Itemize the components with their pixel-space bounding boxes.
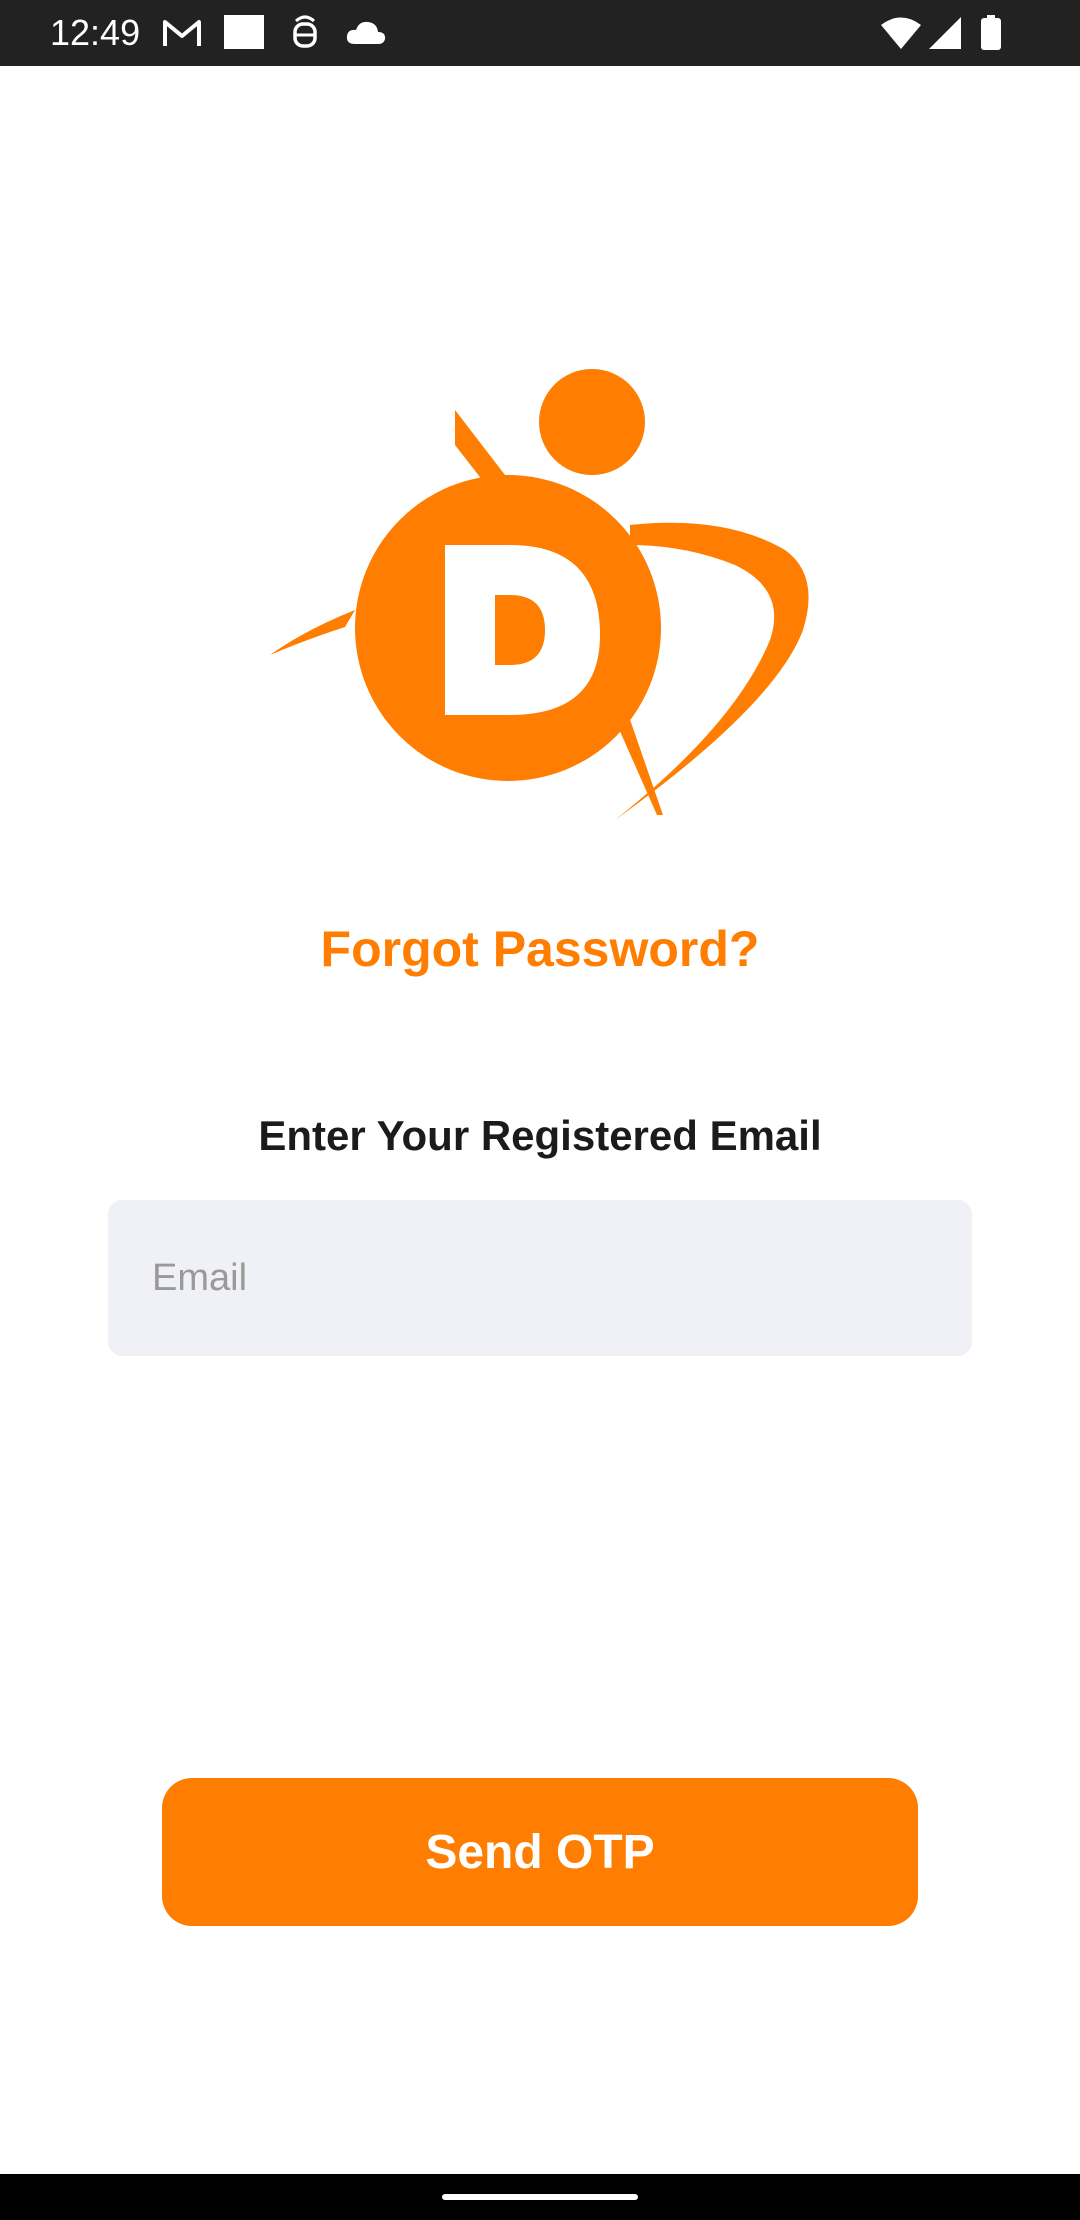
wifi-icon (880, 14, 922, 52)
status-bar: 12:49 (0, 0, 1080, 66)
email-prompt-label: Enter Your Registered Email (258, 1112, 822, 1159)
status-time: 12:49 (50, 12, 141, 53)
square-notification-icon (224, 14, 264, 52)
cloud-icon (345, 14, 387, 52)
send-otp-button[interactable]: Send OTP (162, 1778, 918, 1926)
battery-icon (980, 14, 1002, 52)
navigation-bar (0, 2174, 1080, 2220)
home-gesture-handle[interactable] (442, 2194, 638, 2200)
email-input[interactable] (108, 1200, 972, 1356)
page-title: Forgot Password? (320, 921, 760, 977)
forgot-password-screen: 12:49 Forgot Password? Enter Your Regist… (0, 0, 1080, 2220)
gmail-icon (162, 14, 202, 52)
android-debug-icon (290, 14, 320, 52)
app-logo (265, 365, 820, 825)
signal-icon (928, 14, 962, 52)
